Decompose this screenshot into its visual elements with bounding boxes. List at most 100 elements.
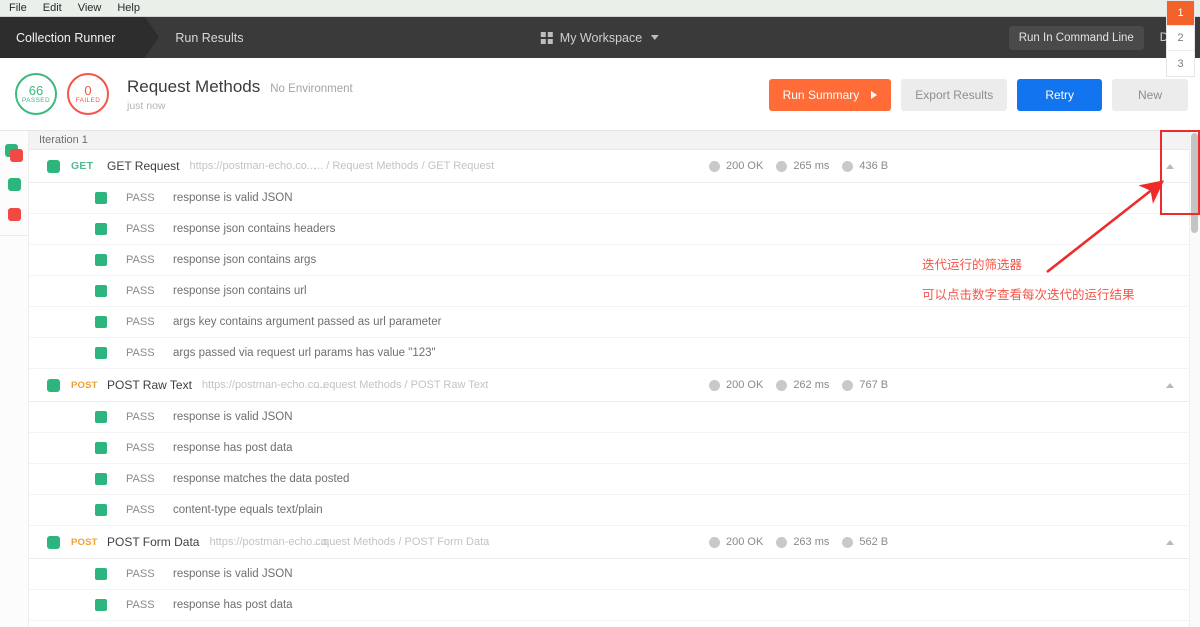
- test-status-square-icon: [95, 599, 107, 611]
- request-name: POST Raw Text: [107, 378, 192, 392]
- iteration-option-2[interactable]: 2: [1167, 26, 1194, 51]
- menu-item-help[interactable]: Help: [117, 2, 140, 14]
- workspace-switcher[interactable]: My Workspace: [540, 17, 660, 58]
- test-row: PASS args passed via request url params …: [29, 338, 1200, 369]
- menu-item-edit[interactable]: Edit: [43, 2, 62, 14]
- annotation-line-1: 迭代运行的筛选器: [922, 257, 1023, 272]
- request-path: ...quest Methods / POST Form Data: [314, 536, 490, 548]
- test-status-square-icon: [95, 254, 107, 266]
- size-value: 767 B: [859, 379, 889, 391]
- export-results-button[interactable]: Export Results: [901, 78, 1008, 111]
- test-result: PASS: [126, 223, 155, 235]
- scrollbar-thumb[interactable]: [1191, 133, 1198, 233]
- test-result: PASS: [126, 347, 155, 359]
- test-row: PASS response is valid JSON: [29, 402, 1200, 433]
- iteration-option-1[interactable]: 1: [1167, 1, 1194, 26]
- request-metrics: 200 OK 263 ms 562 B: [709, 536, 888, 548]
- passed-count: 66: [28, 82, 44, 98]
- failed-label: FAILED: [75, 97, 101, 105]
- time-value: 262 ms: [793, 379, 830, 391]
- result-filter-rail: [0, 131, 29, 627]
- run-summary-button[interactable]: Run Summary: [768, 78, 892, 111]
- iteration-option-3[interactable]: 3: [1167, 51, 1194, 76]
- test-name: args key contains argument passed as url…: [173, 316, 442, 328]
- run-summary-bar: 66 PASSED 0 FAILED Request Methods No En…: [0, 58, 1200, 131]
- test-status-square-icon: [95, 192, 107, 204]
- request-method: POST: [71, 536, 98, 548]
- menu-item-file[interactable]: File: [9, 2, 27, 14]
- test-name: response is valid JSON: [173, 192, 293, 204]
- test-result: PASS: [126, 473, 155, 485]
- menu-item-view[interactable]: View: [78, 2, 102, 14]
- test-result: PASS: [126, 316, 155, 328]
- request-path: ...equest Methods / POST Raw Text: [314, 379, 489, 391]
- request-status-square-icon: [47, 378, 60, 392]
- tab-run-results-label: Run Results: [175, 30, 244, 45]
- metric-size: 562 B: [842, 536, 888, 548]
- status-value: 200 OK: [726, 160, 764, 172]
- test-status-square-icon: [95, 473, 107, 485]
- test-status-square-icon: [95, 285, 107, 297]
- time-value: 265 ms: [793, 160, 830, 172]
- test-result: PASS: [126, 254, 155, 266]
- filter-failed[interactable]: [0, 199, 29, 229]
- test-name: response is valid JSON: [173, 568, 293, 580]
- filter-all[interactable]: [0, 139, 29, 169]
- filter-passed[interactable]: [0, 169, 29, 199]
- size-dot-icon: [842, 379, 854, 391]
- metric-time: 265 ms: [776, 160, 829, 172]
- red-square-icon: [10, 149, 23, 162]
- tab-collection-runner-label: Collection Runner: [16, 30, 116, 45]
- size-value: 562 B: [859, 536, 889, 548]
- metric-size: 436 B: [842, 160, 888, 172]
- test-status-square-icon: [95, 504, 107, 516]
- time-dot-icon: [776, 536, 788, 548]
- request-row[interactable]: POST POST Form Data https://postman-echo…: [29, 526, 1200, 559]
- test-row: PASS response is valid JSON: [29, 183, 1200, 214]
- results-list: Iteration 1 GET GET Request https://post…: [29, 131, 1200, 627]
- tab-collection-runner[interactable]: Collection Runner: [0, 17, 160, 58]
- request-row[interactable]: GET GET Request https://postman-echo.co.…: [29, 150, 1200, 183]
- request-name: GET Request: [107, 159, 180, 173]
- test-status-square-icon: [95, 411, 107, 423]
- time-value: 263 ms: [793, 536, 830, 548]
- test-result: PASS: [126, 599, 155, 611]
- run-in-command-line-button[interactable]: Run In Command Line: [1008, 25, 1144, 50]
- red-square-icon: [8, 207, 21, 221]
- tab-run-results[interactable]: Run Results: [145, 17, 265, 58]
- chevron-up-icon[interactable]: [1166, 163, 1174, 169]
- request-status-square-icon: [47, 535, 60, 549]
- request-url: https://postman-echo.co...: [201, 379, 329, 391]
- retry-button[interactable]: Retry: [1017, 78, 1102, 111]
- environment-label: No Environment: [270, 82, 353, 95]
- passed-label: PASSED: [21, 97, 51, 105]
- new-button[interactable]: New: [1111, 78, 1188, 111]
- summary-actions: Run Summary Export Results Retry New: [768, 58, 1188, 131]
- grid-icon: [540, 31, 553, 44]
- test-result: PASS: [126, 411, 155, 423]
- test-status-square-icon: [95, 347, 107, 359]
- chevron-up-icon[interactable]: [1166, 382, 1174, 388]
- status-dot-icon: [709, 536, 720, 548]
- failed-counter: 0 FAILED: [67, 73, 109, 115]
- test-result: PASS: [126, 285, 155, 297]
- test-name: args passed via request url params has v…: [173, 347, 436, 359]
- test-row: PASS response json contains headers: [29, 214, 1200, 245]
- workspace-label: My Workspace: [559, 30, 643, 45]
- scrollbar-track[interactable]: [1189, 131, 1200, 627]
- failed-count: 0: [84, 82, 92, 98]
- test-status-square-icon: [95, 223, 107, 235]
- test-row: PASS response is valid JSON: [29, 559, 1200, 590]
- postman-collection-runner-window: File Edit View Help Collection Runner Ru…: [0, 0, 1200, 627]
- green-square-icon: [8, 177, 21, 191]
- rail-divider: [0, 235, 28, 236]
- metric-status: 200 OK: [709, 536, 763, 548]
- size-dot-icon: [842, 536, 854, 548]
- status-dot-icon: [709, 379, 720, 391]
- chevron-up-icon[interactable]: [1166, 539, 1174, 545]
- test-name: response json contains headers: [173, 223, 336, 235]
- test-row: PASS response has post data: [29, 433, 1200, 464]
- request-name: POST Form Data: [107, 535, 200, 549]
- test-row: PASS args key contains argument passed a…: [29, 307, 1200, 338]
- request-row[interactable]: POST POST Raw Text https://postman-echo.…: [29, 369, 1200, 402]
